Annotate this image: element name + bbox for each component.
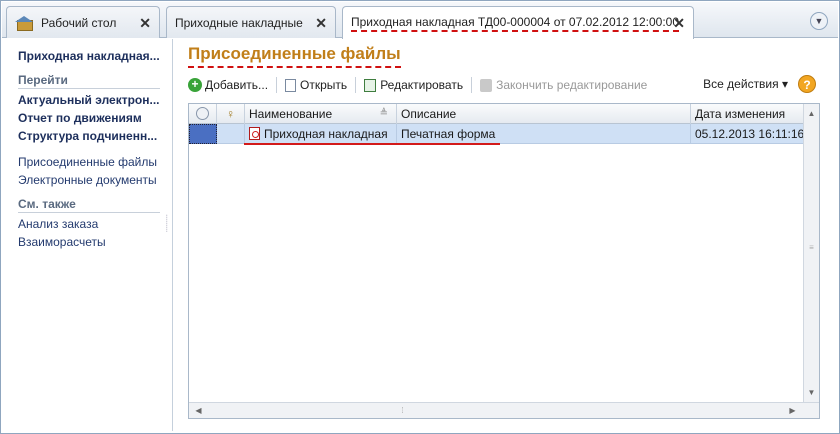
nav-item-electronic[interactable]: Актуальный электрон... (18, 91, 166, 109)
finish-edit-icon (480, 78, 493, 92)
tab-desktop-label: Рабочий стол (41, 15, 117, 30)
column-header-description[interactable]: Описание (397, 104, 691, 124)
files-table[interactable]: ♀ Наименование ≜ Описание Дата изменения… (188, 103, 820, 419)
lock-column-header[interactable]: ♀ (217, 104, 245, 124)
nav-section-see-also: См. также (18, 197, 160, 213)
nav-item-order-analysis[interactable]: Анализ заказа (18, 215, 166, 233)
tab-desktop[interactable]: Рабочий стол ✕ (6, 6, 160, 38)
scroll-grip-icon[interactable]: ≡ (804, 240, 819, 255)
toolbar-separator (471, 77, 473, 93)
table-header: ♀ Наименование ≜ Описание Дата изменения (189, 104, 805, 124)
row-lock-cell (217, 124, 245, 144)
row-name: Приходная накладная (264, 127, 388, 141)
scroll-down-icon[interactable]: ▼ (804, 385, 819, 400)
window-frame: Рабочий стол ✕ Приходные накладные ✕ При… (0, 0, 840, 434)
nav-section-goto: Перейти (18, 73, 160, 89)
all-actions-menu[interactable]: Все действия ▾ (703, 77, 788, 91)
nav-item-attached-files[interactable]: Присоединенные файлы (18, 153, 166, 171)
nav-item-subordinate-structure[interactable]: Структура подчиненн... (18, 127, 166, 145)
edit-icon (364, 78, 377, 92)
finish-edit-button-label: Закончить редактирование (496, 78, 648, 92)
sort-icon: ≜ (379, 108, 388, 119)
panel-splitter-grip[interactable]: ⁝ ⁝ ⁝ (165, 214, 168, 234)
nav-item-movements-report[interactable]: Отчет по движениям (18, 109, 166, 127)
table-row[interactable]: Приходная накладная Печатная форма 05.12… (189, 124, 805, 144)
tab-invoice-document[interactable]: Приходная накладная ТД00-000004 от 07.02… (342, 6, 694, 39)
edit-button[interactable]: Редактировать (364, 78, 463, 92)
status-icon (196, 107, 209, 120)
close-icon[interactable]: ✕ (139, 15, 151, 32)
add-button[interactable]: + Добавить... (188, 78, 268, 92)
finish-edit-button[interactable]: Закончить редактирование (480, 78, 647, 92)
document-icon (285, 78, 297, 92)
nav-main-document[interactable]: Приходная накладная... (18, 47, 166, 65)
main-content: Присоединенные файлы + Добавить... Откры… (174, 39, 838, 431)
toolbar: + Добавить... Открыть Редактировать Зако… (188, 74, 824, 96)
highlight-underline (244, 143, 500, 145)
tab-bar: Рабочий стол ✕ Приходные накладные ✕ При… (2, 2, 838, 39)
scroll-right-icon[interactable]: ▶ (785, 403, 800, 418)
plus-icon: + (188, 78, 202, 92)
row-name-cell[interactable]: Приходная накладная (245, 124, 397, 144)
tab-invoice-document-label: Приходная накладная ТД00-000004 от 07.02… (351, 15, 680, 32)
tab-incoming-invoices-label: Приходные накладные (175, 15, 303, 30)
toolbar-separator (355, 77, 357, 93)
row-description[interactable]: Печатная форма (397, 124, 691, 144)
add-button-label: Добавить... (205, 78, 269, 92)
close-icon[interactable]: ✕ (315, 15, 327, 32)
vertical-scrollbar[interactable]: ▲ ≡ ▼ (803, 104, 819, 402)
scroll-up-icon[interactable]: ▲ (804, 106, 819, 121)
nav-item-electronic-documents[interactable]: Электронные документы (18, 171, 166, 189)
column-header-name-label: Наименование (249, 107, 333, 121)
status-column-header[interactable] (189, 104, 217, 124)
home-icon (15, 15, 33, 31)
navigation-panel: Приходная накладная... Перейти Актуальны… (2, 39, 173, 431)
pdf-icon (249, 127, 260, 140)
nav-item-order-analysis-label: Анализ заказа (18, 217, 99, 231)
column-header-date[interactable]: Дата изменения (691, 104, 805, 124)
close-icon[interactable]: ✕ (673, 15, 685, 32)
toolbar-separator (276, 77, 278, 93)
scroll-left-icon[interactable]: ◀ (191, 403, 206, 418)
edit-button-label: Редактировать (380, 78, 464, 92)
open-button-label: Открыть (300, 78, 348, 92)
key-icon: ♀ (226, 107, 235, 121)
tab-incoming-invoices[interactable]: Приходные накладные ✕ (166, 6, 336, 38)
tabs-menu-icon[interactable]: ▼ (810, 12, 828, 30)
help-icon[interactable]: ? (798, 75, 816, 93)
open-button[interactable]: Открыть (285, 78, 347, 92)
column-header-name[interactable]: Наименование ≜ (245, 104, 397, 124)
nav-item-settlements[interactable]: Взаиморасчеты (18, 233, 166, 251)
scroll-grip-icon[interactable]: ⁞ (395, 403, 410, 418)
row-selector[interactable] (189, 124, 217, 144)
row-date[interactable]: 05.12.2013 16:11:16 (691, 124, 805, 144)
horizontal-scrollbar[interactable]: ◀ ⁞ ▶ (189, 402, 819, 418)
page-title: Присоединенные файлы (188, 44, 401, 68)
